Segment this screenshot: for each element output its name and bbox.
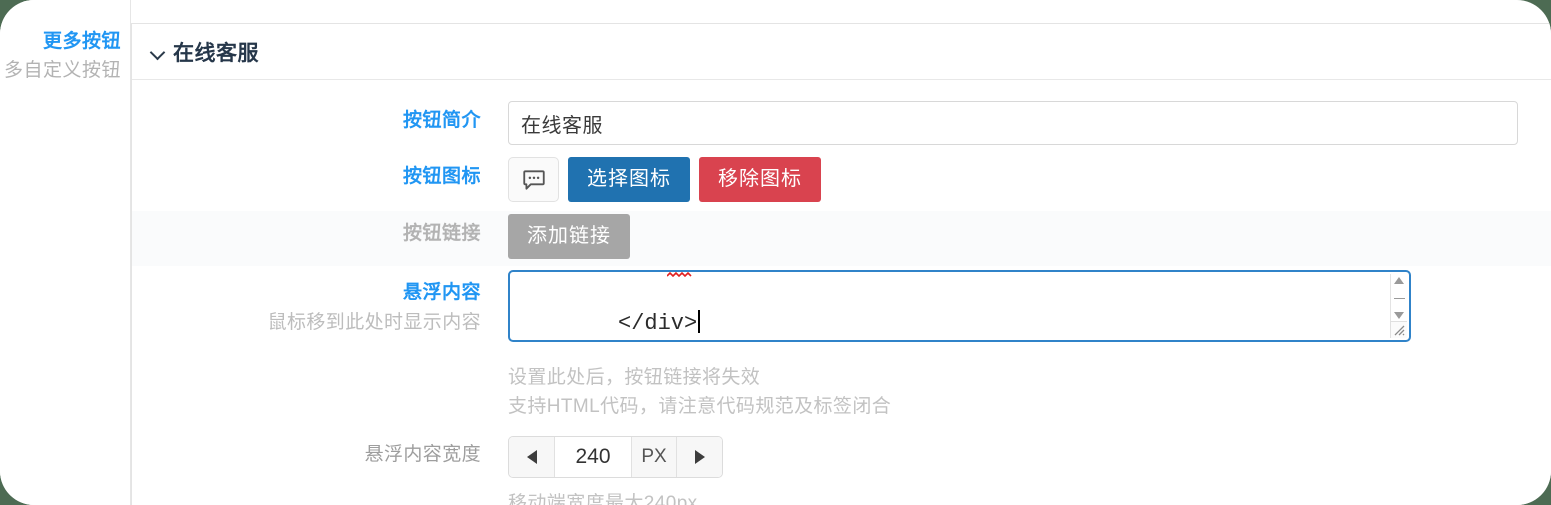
triangle-down-icon[interactable] <box>1394 312 1404 319</box>
textarea-scrollbar[interactable] <box>1390 274 1407 322</box>
hover-content-textarea-wrap: </div> </div> <box>508 270 1411 342</box>
comment-bubble-icon[interactable] <box>508 157 559 202</box>
add-link-button[interactable]: 添加链接 <box>508 214 630 259</box>
panel-header[interactable]: 在线客服 <box>132 24 1551 80</box>
text-caret <box>698 310 701 333</box>
hover-width-value[interactable]: 240 <box>555 436 631 477</box>
sidebar-subtitle: 多自定义按钮 <box>3 60 121 81</box>
field-hover-width: 240 PX 移动端宽度最大240px <box>508 433 1551 505</box>
hover-width-hint: 移动端宽度最大240px <box>508 492 698 505</box>
sidebar-title: 更多按钮 <box>42 31 121 52</box>
label-hover-width-text: 悬浮内容宽度 <box>364 443 481 465</box>
field-button-link: 添加链接 <box>508 211 1551 259</box>
label-button-intro-text: 按钮简介 <box>402 110 481 131</box>
hover-width-stepper[interactable]: 240 PX <box>508 435 723 478</box>
remove-icon-button[interactable]: 移除图标 <box>699 157 821 202</box>
hover-content-textarea[interactable]: </div> </div> <box>508 270 1411 342</box>
label-hover-content: 悬浮内容 鼠标移到此处时显示内容 <box>132 266 508 335</box>
label-hover-width: 悬浮内容宽度 <box>132 433 508 468</box>
field-button-intro <box>508 98 1551 145</box>
button-intro-input[interactable] <box>508 101 1518 145</box>
form-row-button-link: 按钮链接 添加链接 <box>132 211 1551 266</box>
label-button-intro: 按钮简介 <box>132 98 508 134</box>
label-button-link: 按钮链接 <box>132 211 508 247</box>
form-row-button-intro: 按钮简介 <box>132 98 1551 145</box>
hover-width-unit: PX <box>631 436 676 477</box>
textarea-clipped-line: </div> <box>518 272 768 279</box>
hover-content-hint-2: 支持HTML代码，请注意代码规范及标签闭合 <box>508 396 892 418</box>
label-hover-content-text: 悬浮内容 <box>402 282 481 303</box>
spellcheck-squiggle-icon <box>667 272 692 277</box>
scrollbar-divider <box>1393 297 1405 299</box>
chevron-down-icon[interactable] <box>150 44 166 60</box>
triangle-left-icon <box>526 449 537 464</box>
button-icon-controls: 选择图标 移除图标 <box>508 157 1551 202</box>
triangle-up-icon[interactable] <box>1394 277 1404 284</box>
field-button-icon: 选择图标 移除图标 <box>508 154 1551 202</box>
hover-content-hint-1: 设置此处后，按钮链接将失效 <box>508 367 761 388</box>
textarea-visible-line: </div> <box>618 310 701 336</box>
form-row-hover-width: 悬浮内容宽度 240 PX 移动端宽度最大240px <box>132 433 1551 505</box>
panel-title: 在线客服 <box>173 41 259 65</box>
field-hover-content: </div> </div> <box>508 266 1551 422</box>
label-button-icon-text: 按钮图标 <box>402 166 481 187</box>
hover-width-increment-button[interactable] <box>676 436 722 477</box>
settings-panel: 在线客服 按钮简介 按钮图标 <box>131 23 1551 505</box>
form-row-button-icon: 按钮图标 选择图标 移除图标 <box>132 154 1551 202</box>
textarea-partial-text: </div> <box>526 272 591 278</box>
form-row-hover-content: 悬浮内容 鼠标移到此处时显示内容 </div> 设置此处后，按钮链接将失效 支持… <box>132 266 1551 422</box>
label-button-icon: 按钮图标 <box>132 154 508 190</box>
label-hover-content-sub: 鼠标移到此处时显示内容 <box>267 311 481 333</box>
hover-width-decrement-button[interactable] <box>509 436 555 477</box>
panel-body: 按钮简介 按钮图标 <box>132 80 1551 505</box>
app-viewport: 更多按钮 多自定义按钮 在线客服 按钮简介 按钮图标 <box>0 0 1551 505</box>
textarea-visible-text: </div> <box>618 311 698 336</box>
triangle-right-icon <box>694 449 705 464</box>
resize-grip-icon[interactable] <box>1390 321 1407 338</box>
select-icon-button[interactable]: 选择图标 <box>568 157 690 202</box>
label-button-link-text: 按钮链接 <box>402 223 481 244</box>
left-sidebar: 更多按钮 多自定义按钮 <box>0 0 131 505</box>
